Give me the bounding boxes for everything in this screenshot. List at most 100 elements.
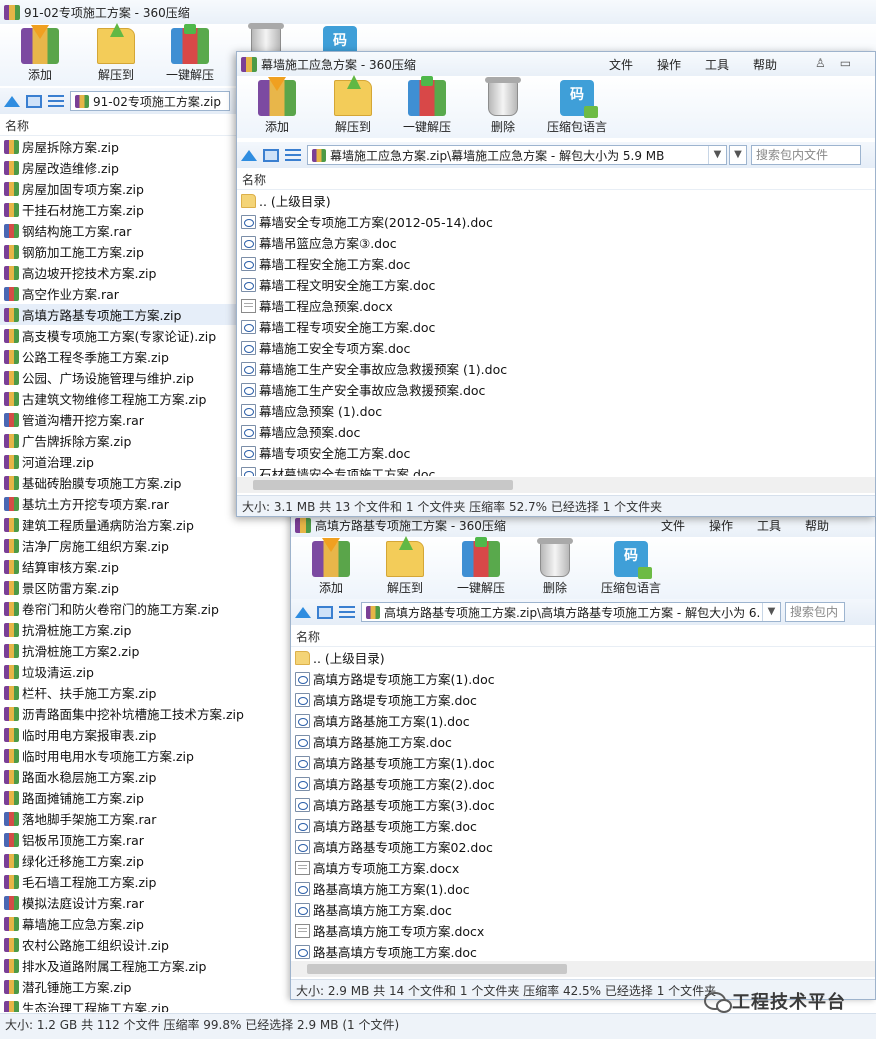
- window-b-column-header-name[interactable]: 名称: [291, 627, 875, 647]
- main-one-click-extract-button[interactable]: 一键解压: [152, 24, 228, 83]
- window-a-address-bar: 幕墙施工应急方案.zip\幕墙施工应急方案 - 解包大小为 5.9 MB ▼ ▼…: [237, 142, 875, 168]
- file-row[interactable]: 高填方路基施工方案.doc: [291, 731, 875, 752]
- scrollbar-thumb[interactable]: [253, 480, 513, 490]
- menu-tools[interactable]: 工具: [705, 56, 729, 73]
- file-row[interactable]: 路基高填方专项施工方案.doc: [291, 941, 875, 959]
- file-row[interactable]: 高填方路基专项施工方案02.doc: [291, 836, 875, 857]
- file-row[interactable]: 幕墙安全专项施工方案(2012-05-14).doc: [237, 211, 875, 232]
- file-row[interactable]: 幕墙吊篮应急方案③.doc: [237, 232, 875, 253]
- file-row[interactable]: 高填方路堤专项施工方案(1).doc: [291, 668, 875, 689]
- up-arrow-icon[interactable]: [241, 149, 257, 161]
- file-row[interactable]: 路基高填方施工专项方案.docx: [291, 920, 875, 941]
- zip-archive-icon: [4, 979, 19, 994]
- window-a-horizontal-scrollbar[interactable]: [237, 477, 875, 493]
- file-name: 幕墙应急预案 (1).doc: [259, 404, 383, 419]
- window-a-extract-to-button[interactable]: 解压到: [315, 75, 391, 135]
- zip-archive-icon: [4, 160, 19, 175]
- window-b-add-button[interactable]: 添加: [293, 538, 369, 596]
- window-b-address-bar: 高填方路基专项施工方案.zip\高填方路基专项施工方案 - 解包大小为 6. ▼…: [291, 599, 875, 625]
- menu-tools[interactable]: 工具: [757, 517, 781, 534]
- word-doc-icon: [295, 671, 310, 686]
- menu-help[interactable]: 帮助: [805, 517, 829, 534]
- list-view-icon[interactable]: [285, 148, 301, 162]
- list-view-icon[interactable]: [339, 605, 355, 619]
- file-name: 河道治理.zip: [22, 455, 94, 470]
- window-b-one-click-extract-button[interactable]: 一键解压: [443, 537, 519, 596]
- file-name: 房屋改造维修.zip: [22, 161, 119, 176]
- zip-file-icon: [312, 148, 326, 162]
- word-doc-icon: [241, 382, 256, 397]
- file-row[interactable]: 幕墙工程安全施工方案.doc: [237, 253, 875, 274]
- up-arrow-icon[interactable]: [4, 95, 20, 107]
- thumbnail-view-icon[interactable]: [26, 94, 42, 108]
- zip-archive-icon: [4, 916, 19, 931]
- file-row[interactable]: 幕墙工程文明安全施工方案.doc: [237, 274, 875, 295]
- window-a-column-header-name[interactable]: 名称: [237, 170, 875, 190]
- window-b-extract-to-button[interactable]: 解压到: [367, 536, 443, 596]
- word-doc-icon: [241, 256, 256, 271]
- file-row[interactable]: 幕墙施工生产安全事故应急救援预案 (1).doc: [237, 358, 875, 379]
- file-row[interactable]: 石材幕墙安全专项施工方案.doc: [237, 463, 875, 476]
- list-view-icon[interactable]: [48, 94, 64, 108]
- file-row[interactable]: 幕墙施工生产安全事故应急救援预案.doc: [237, 379, 875, 400]
- docx-file-icon: [295, 860, 310, 875]
- window-b-delete-button[interactable]: 删除: [517, 538, 593, 596]
- menu-file[interactable]: 文件: [661, 517, 685, 534]
- window-b-path-field[interactable]: 高填方路基专项施工方案.zip\高填方路基专项施工方案 - 解包大小为 6. ▼: [361, 602, 781, 622]
- window-b-archive-language-button[interactable]: 码 压缩包语言: [593, 541, 669, 596]
- file-row[interactable]: 高填方路基施工方案(1).doc: [291, 710, 875, 731]
- scrollbar-thumb[interactable]: [307, 964, 567, 974]
- file-row[interactable]: 高填方路基专项施工方案(1).doc: [291, 752, 875, 773]
- add-icon: [21, 25, 59, 64]
- gaotianfang-archive-window: 高填方路基专项施工方案 - 360压缩 文件 操作 工具 帮助 添加 解压到 一…: [290, 512, 876, 1000]
- file-row[interactable]: 幕墙施工安全专项方案.doc: [237, 337, 875, 358]
- file-row[interactable]: 路基高填方施工方案.doc: [291, 899, 875, 920]
- file-name: 幕墙工程安全施工方案.doc: [259, 257, 411, 272]
- thumbnail-view-icon[interactable]: [317, 605, 333, 619]
- window-a-search-input[interactable]: 搜索包内文件: [751, 145, 861, 165]
- file-row[interactable]: 高填方路基专项施工方案.doc: [291, 815, 875, 836]
- menu-file[interactable]: 文件: [609, 56, 633, 73]
- chevron-down-icon[interactable]: ▼: [708, 146, 726, 164]
- file-row[interactable]: .. (上级目录): [237, 190, 875, 211]
- menu-operate[interactable]: 操作: [657, 56, 681, 73]
- message-icon[interactable]: ▭: [840, 56, 851, 70]
- file-row[interactable]: 幕墙应急预案.doc: [237, 421, 875, 442]
- history-dropdown-chevron-icon[interactable]: ▼: [729, 145, 747, 165]
- file-row[interactable]: 高填方路基专项施工方案(3).doc: [291, 794, 875, 815]
- menu-operate[interactable]: 操作: [709, 517, 733, 534]
- file-name: 高填方路堤专项施工方案.doc: [313, 693, 477, 708]
- window-a-one-click-extract-button[interactable]: 一键解压: [389, 76, 465, 135]
- file-name: 抗滑桩施工方案2.zip: [22, 644, 140, 659]
- file-row[interactable]: 路基高填方施工方案(1).doc: [291, 878, 875, 899]
- thumbnail-view-icon[interactable]: [263, 148, 279, 162]
- window-a-delete-button[interactable]: 删除: [465, 77, 541, 135]
- extract-folder-icon: [386, 536, 424, 577]
- file-row[interactable]: 幕墙工程专项安全施工方案.doc: [237, 316, 875, 337]
- zip-file-icon: [366, 605, 380, 619]
- main-path-field[interactable]: 91-02专项施工方案.zip: [70, 91, 230, 111]
- shirt-skin-icon[interactable]: ♙: [815, 56, 826, 70]
- file-name: 广告牌拆除方案.zip: [22, 434, 132, 449]
- window-a-path-field[interactable]: 幕墙施工应急方案.zip\幕墙施工应急方案 - 解包大小为 5.9 MB ▼: [307, 145, 727, 165]
- zip-archive-icon: [4, 1000, 19, 1012]
- chevron-down-icon[interactable]: ▼: [762, 603, 780, 621]
- main-extract-to-button[interactable]: 解压到: [78, 23, 154, 83]
- file-row[interactable]: 高填方路基专项施工方案(2).doc: [291, 773, 875, 794]
- file-row[interactable]: 幕墙专项安全施工方案.doc: [237, 442, 875, 463]
- menu-help[interactable]: 帮助: [753, 56, 777, 73]
- window-a-add-button[interactable]: 添加: [239, 77, 315, 135]
- file-row[interactable]: 高填方路堤专项施工方案.doc: [291, 689, 875, 710]
- zip-archive-icon: [4, 202, 19, 217]
- file-row[interactable]: 幕墙应急预案 (1).doc: [237, 400, 875, 421]
- file-row[interactable]: .. (上级目录): [291, 647, 875, 668]
- window-b-horizontal-scrollbar[interactable]: [291, 961, 875, 977]
- file-row[interactable]: 高填方专项施工方案.docx: [291, 857, 875, 878]
- file-row[interactable]: 幕墙工程应急预案.docx: [237, 295, 875, 316]
- main-add-button[interactable]: 添加: [2, 25, 78, 83]
- window-a-archive-language-button[interactable]: 码 压缩包语言: [539, 80, 615, 135]
- window-b-search-input[interactable]: 搜索包内: [785, 602, 845, 622]
- zip-archive-icon: [4, 580, 19, 595]
- file-name: 临时用电方案报审表.zip: [22, 728, 157, 743]
- up-arrow-icon[interactable]: [295, 606, 311, 618]
